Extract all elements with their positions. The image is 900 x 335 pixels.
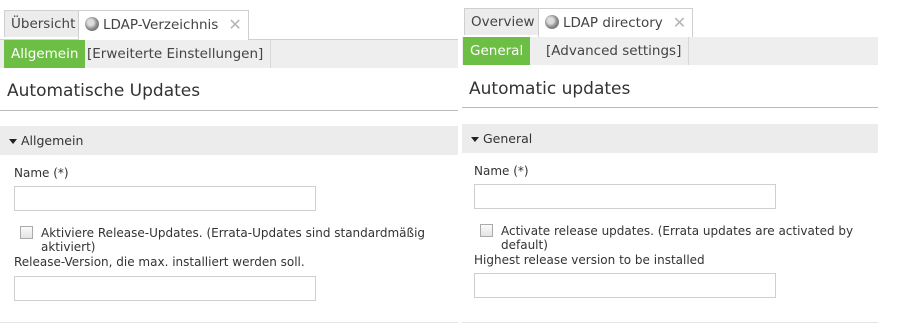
tab-ldap-directory[interactable]: LDAP-Verzeichnis ✕ bbox=[78, 10, 249, 40]
tab-overview[interactable]: Übersicht bbox=[4, 10, 83, 37]
name-label: Name (*) bbox=[474, 164, 529, 178]
caret-down-icon bbox=[471, 137, 479, 142]
page-title: Automatische Updates bbox=[7, 81, 201, 101]
release-updates-label: Activate release updates. (Errata update… bbox=[501, 224, 854, 252]
name-label: Name (*) bbox=[14, 166, 69, 180]
tab-overview-label: Overview bbox=[471, 14, 535, 30]
bottom-divider bbox=[0, 322, 458, 323]
subtab-general[interactable]: General bbox=[463, 37, 531, 65]
release-version-label: Highest release version to be installed bbox=[474, 253, 705, 267]
name-field[interactable] bbox=[14, 186, 316, 211]
section-header-general[interactable]: General bbox=[462, 124, 878, 153]
name-field[interactable] bbox=[474, 184, 776, 209]
panel-english: Overview LDAP directory ✕ General [Advanc… bbox=[462, 0, 878, 335]
release-version-label: Release-Version, die max. installiert we… bbox=[14, 255, 305, 269]
section-header-general[interactable]: Allgemein bbox=[0, 126, 458, 155]
subtab-advanced-settings[interactable]: [Advanced settings] bbox=[539, 37, 690, 65]
module-tabbar: Overview LDAP directory ✕ bbox=[462, 8, 878, 38]
title-divider bbox=[462, 107, 878, 108]
close-icon[interactable]: ✕ bbox=[673, 13, 686, 32]
section-title: Allgemein bbox=[21, 133, 84, 148]
release-updates-checkbox[interactable] bbox=[480, 224, 493, 237]
panel-german: Übersicht LDAP-Verzeichnis ✕ Allgemein [E… bbox=[0, 0, 458, 335]
tab-overview[interactable]: Overview bbox=[464, 8, 542, 35]
page-title: Automatic updates bbox=[469, 79, 631, 99]
release-updates-label: Aktiviere Release-Updates. (Errata-Updat… bbox=[41, 226, 426, 254]
module-tabbar: Übersicht LDAP-Verzeichnis ✕ bbox=[0, 10, 458, 40]
release-updates-checkbox[interactable] bbox=[20, 226, 33, 239]
release-version-field[interactable] bbox=[474, 273, 776, 298]
section-title: General bbox=[483, 131, 533, 146]
tab-ldap-label: LDAP directory bbox=[563, 15, 663, 31]
subtab-bar: General [Advanced settings] bbox=[462, 37, 878, 65]
subtab-advanced-settings[interactable]: [Erweiterte Einstellungen] bbox=[80, 40, 272, 68]
title-divider bbox=[0, 110, 458, 111]
tab-overview-label: Übersicht bbox=[11, 16, 76, 32]
tab-ldap-directory[interactable]: LDAP directory ✕ bbox=[538, 8, 694, 38]
subtab-bar: Allgemein [Erweiterte Einstellungen] bbox=[0, 40, 458, 68]
globe-icon bbox=[85, 17, 99, 31]
tab-ldap-label: LDAP-Verzeichnis bbox=[103, 17, 219, 33]
close-icon[interactable]: ✕ bbox=[228, 15, 241, 34]
bottom-divider bbox=[462, 322, 878, 323]
subtab-general[interactable]: Allgemein bbox=[4, 40, 86, 68]
globe-icon bbox=[545, 15, 559, 29]
release-version-field[interactable] bbox=[14, 276, 316, 301]
caret-down-icon bbox=[9, 139, 17, 144]
